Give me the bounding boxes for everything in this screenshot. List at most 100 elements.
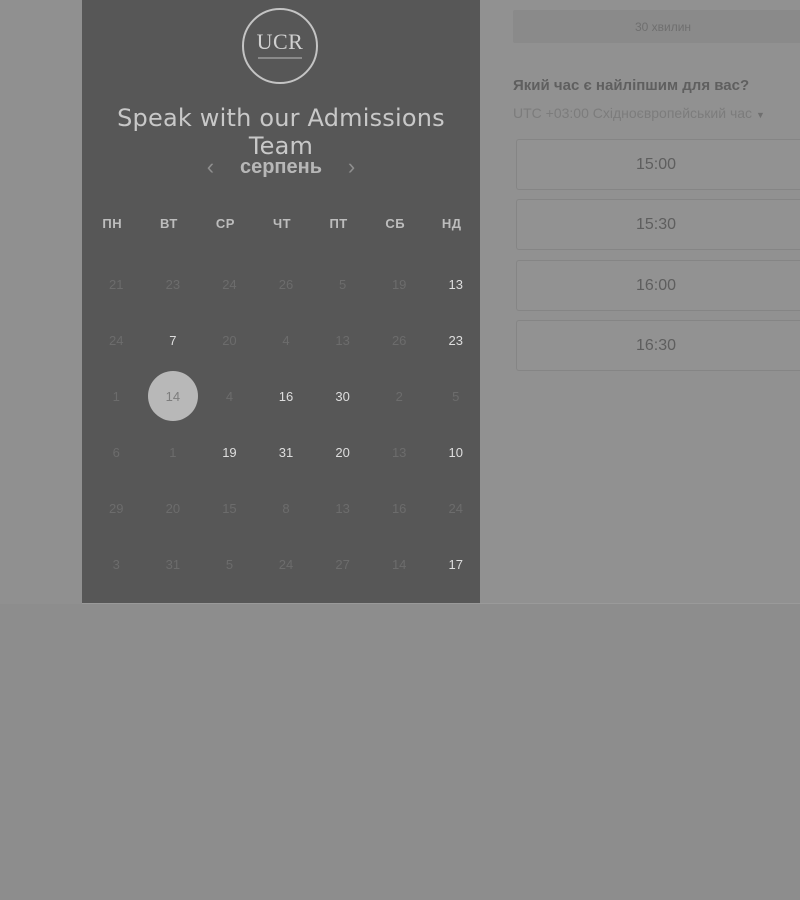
day-number: 7 [169,332,177,348]
weekday-sun: НД [441,216,462,231]
day-number: 26 [278,276,294,292]
time-slot-button[interactable]: 16:00 [516,260,800,311]
day-number: 23 [448,332,463,348]
page-left-margin [0,0,82,604]
weekday-header: ПН ВТ СР ЧТ ПТ СБ НД [84,216,480,231]
calendar-week-row: 1 14 4 16 30 2 5 [88,368,484,424]
day-number: 31 [165,556,181,572]
day-number: 5 [452,388,460,404]
time-picker-panel: 30 хвилин Який час є найліпшим для вас? … [480,0,800,603]
weekday-tue: ВТ [159,216,178,231]
day-number: 14 [165,388,181,404]
next-month-icon[interactable]: › [338,154,366,180]
calendar-week-row: 24 7 20 4 13 26 23 [88,312,484,368]
timezone-selector[interactable]: UTC +03:00 Східноєвропейський час ▼ [513,105,765,121]
time-slot-button[interactable]: 15:00 [516,139,800,190]
day-number: 3 [112,556,120,572]
time-slot-button[interactable]: 15:30 [516,199,800,250]
unavailable-day: 20 [201,312,258,368]
unavailable-day: 6 [88,424,145,480]
day-number: 8 [282,500,290,516]
day-number: 5 [338,276,347,292]
unavailable-day: 13 [314,312,371,368]
day-number: 2 [395,388,403,404]
day-number: 5 [225,556,234,572]
unavailable-day: 15 [201,480,258,536]
available-day[interactable]: 30 [314,368,371,424]
unavailable-day: 27 [314,536,371,592]
weekday-thu: ЧТ [272,216,292,231]
timezone-label: UTC +03:00 Східноєвропейський час [513,105,753,121]
unavailable-day: 26 [258,256,315,312]
unavailable-day: 5 [314,256,371,312]
available-day[interactable]: 10 [427,424,484,480]
time-slot-button[interactable]: 16:30 [516,320,800,371]
day-number: 20 [335,444,350,460]
day-number: 1 [169,444,177,460]
unavailable-day: 3 [88,536,145,592]
day-number: 30 [335,388,350,404]
weekday-fri: ПТ [329,216,348,231]
unavailable-day: 19 [371,256,428,312]
unavailable-day: 5 [201,536,258,592]
calendar-week-row: 6 1 19 31 20 13 10 [88,424,484,480]
day-number: 1 [112,388,120,404]
day-number: 13 [335,332,350,348]
unavailable-day: 1 [145,424,202,480]
selected-day[interactable]: 14 [145,368,202,424]
day-number: 24 [448,500,463,516]
calendar-panel: UCR Speak with our Admissions Team ‹ сер… [82,0,480,603]
day-number: 21 [109,276,124,292]
calendar-week-row: 21 23 24 26 5 19 13 [88,256,484,312]
day-number: 26 [391,332,407,348]
available-day[interactable]: 17 [427,536,484,592]
unavailable-day: 16 [371,480,428,536]
unavailable-day: 23 [145,256,202,312]
calendar-week-row: 3 31 5 24 27 14 17 [88,536,484,592]
day-number: 13 [335,500,350,516]
available-day[interactable]: 16 [258,368,315,424]
available-day[interactable]: 31 [258,424,315,480]
day-number: 16 [278,388,294,404]
weekday-sat: СБ [385,216,406,231]
day-number: 24 [278,556,294,572]
day-number: 19 [222,444,237,460]
day-number: 17 [448,556,463,572]
day-number: 6 [112,444,120,460]
available-day[interactable]: 13 [427,256,484,312]
duration-badge: 30 хвилин [513,10,800,43]
day-number: 13 [391,444,407,460]
available-day[interactable]: 23 [427,312,484,368]
unavailable-day: 31 [145,536,202,592]
ucr-logo: UCR [242,8,318,84]
weekday-wed: СР [215,216,235,231]
panel-title: Speak with our Admissions Team [117,104,445,160]
unavailable-day: 29 [88,480,145,536]
unavailable-day: 13 [314,480,371,536]
unavailable-day: 14 [371,536,428,592]
available-day[interactable]: 7 [145,312,202,368]
day-number: 10 [448,444,463,460]
calendar-week-row: 29 20 15 8 13 16 24 [88,480,484,536]
unavailable-day: 4 [258,312,315,368]
month-navigation: ‹ серпень › [82,154,480,180]
unavailable-day: 1 [88,368,145,424]
day-number: 20 [222,332,237,348]
day-grid: 21 23 24 26 5 19 13 24 7 20 4 13 26 23 1 14 4 16 30 2 5 6 1 19 3… [88,256,484,592]
caret-down-icon: ▼ [756,110,765,120]
available-day[interactable]: 19 [201,424,258,480]
prev-month-icon[interactable]: ‹ [196,154,224,180]
month-label: серпень [239,155,323,178]
unavailable-day: 26 [371,312,428,368]
time-question-heading: Який час є найліпшим для вас? [513,77,750,94]
unavailable-day: 20 [145,480,202,536]
day-number: 20 [165,500,181,516]
unavailable-day: 4 [201,368,258,424]
day-number: 27 [335,556,350,572]
unavailable-day: 5 [427,368,484,424]
weekday-mon: ПН [102,216,123,231]
day-number: 23 [165,276,181,292]
day-number: 24 [109,332,124,348]
available-day[interactable]: 20 [314,424,371,480]
unavailable-day: 8 [258,480,315,536]
